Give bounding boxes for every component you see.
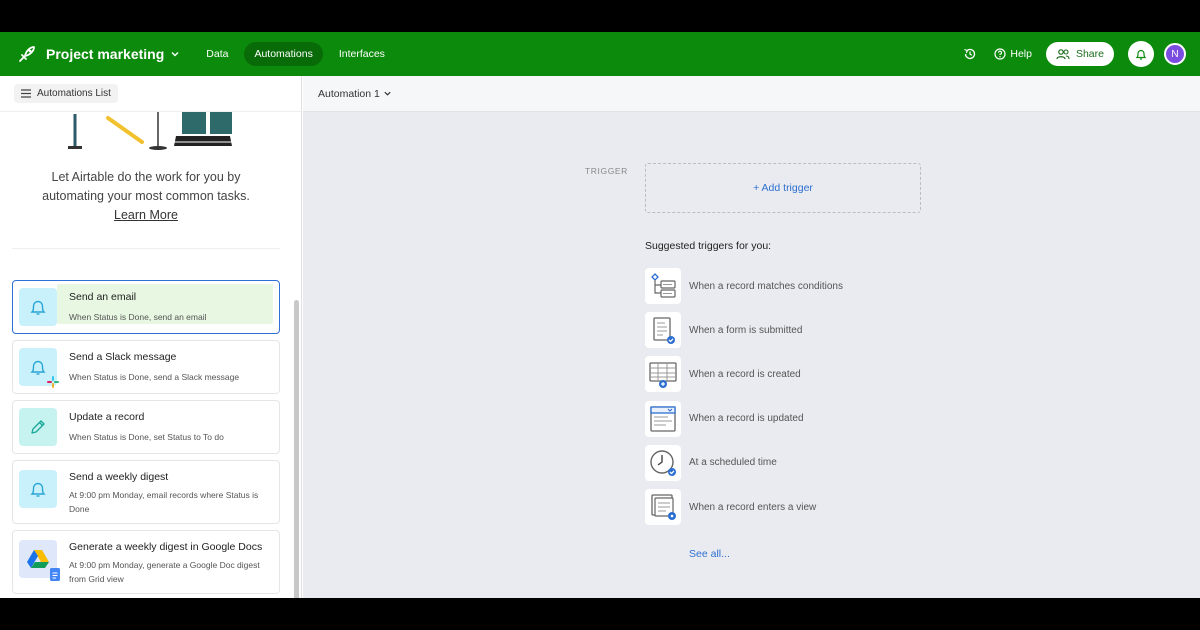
bell-slack-icon (19, 348, 59, 388)
rocket-icon[interactable] (16, 43, 38, 65)
base-name[interactable]: Project marketing (46, 46, 164, 62)
clock-icon (645, 444, 681, 481)
template-card-send-slack[interactable]: Send a Slack message When Status is Done… (12, 340, 280, 394)
hamburger-icon (21, 89, 31, 98)
sidebar-header: Automations List (0, 76, 301, 112)
bell-icon (19, 288, 57, 326)
main-nav: Data Automations Interfaces (196, 42, 395, 66)
template-subtitle: When Status is Done, send a Slack messag… (69, 372, 240, 382)
suggestion-label: At a scheduled time (689, 457, 777, 469)
chevron-down-icon[interactable] (383, 89, 392, 98)
google-drive-icon (19, 540, 60, 581)
template-title: Send a weekly digest (69, 471, 169, 483)
automations-list-button[interactable]: Automations List (14, 84, 118, 103)
template-card-send-email[interactable]: Send an email When Status is Done, send … (12, 280, 280, 334)
record-updated-icon (645, 400, 681, 437)
automations-sidebar: Automations List Let Airtable do the wor… (0, 76, 302, 598)
suggestion-label: When a record is updated (689, 413, 804, 425)
suggestion-label: When a form is submitted (689, 324, 803, 336)
template-title: Send a Slack message (69, 351, 177, 363)
help-button[interactable]: Help (994, 48, 1032, 60)
notifications-button[interactable] (1128, 41, 1154, 67)
see-all-link[interactable]: See all... (689, 548, 730, 560)
scrollbar[interactable] (294, 300, 299, 598)
template-subtitle: When Status is Done, send an email (69, 312, 207, 322)
suggested-triggers-title: Suggested triggers for you: (645, 240, 772, 252)
history-icon[interactable] (962, 46, 978, 62)
automations-list-label: Automations List (37, 88, 111, 99)
template-card-weekly-digest[interactable]: Send a weekly digest At 9:00 pm Monday, … (12, 460, 280, 524)
trigger-label: TRIGGER (585, 166, 628, 176)
template-subtitle: At 9:00 pm Monday, email records where S… (69, 490, 259, 514)
suggestion-record-updated[interactable]: When a record is updated (645, 397, 945, 441)
automation-header: Automation 1 (303, 76, 1200, 112)
divider (12, 248, 280, 249)
suggestion-label: When a record matches conditions (689, 280, 843, 292)
google-docs-icon (50, 568, 60, 581)
suggestion-form-submitted[interactable]: When a form is submitted (645, 308, 945, 352)
suggestion-record-matches[interactable]: When a record matches conditions (645, 264, 945, 308)
help-icon (994, 48, 1006, 60)
intro-text: Let Airtable do the work for you by auto… (0, 168, 292, 225)
record-created-icon (645, 356, 681, 393)
intro-message: Let Airtable do the work for you by auto… (42, 170, 250, 203)
template-card-update-record[interactable]: Update a record When Status is Done, set… (12, 400, 280, 454)
form-icon (645, 312, 681, 349)
add-trigger-button[interactable]: + Add trigger (645, 163, 921, 213)
chevron-down-icon[interactable] (170, 49, 180, 59)
share-button[interactable]: Share (1045, 42, 1114, 66)
nav-automations[interactable]: Automations (244, 42, 323, 66)
help-label: Help (1010, 48, 1032, 60)
pencil-icon (19, 408, 57, 446)
template-title: Send an email (69, 291, 137, 303)
record-view-icon (645, 489, 681, 526)
header-actions: Help Share N (962, 41, 1186, 67)
conditions-icon (645, 268, 681, 305)
automation-name[interactable]: Automation 1 (318, 88, 380, 100)
nav-interfaces[interactable]: Interfaces (329, 42, 395, 66)
suggestion-label: When a record is created (689, 368, 801, 380)
people-icon (1056, 49, 1070, 60)
suggestion-scheduled-time[interactable]: At a scheduled time (645, 441, 945, 485)
slack-icon (47, 376, 59, 388)
app-window: Project marketing Data Automations Inter… (0, 32, 1200, 598)
template-subtitle: When Status is Done, set Status to To do (69, 432, 224, 442)
template-title: Generate a weekly digest in Google Docs (69, 541, 263, 553)
bell-icon (19, 470, 57, 508)
suggestion-record-created[interactable]: When a record is created (645, 352, 945, 396)
suggestion-label: When a record enters a view (689, 501, 817, 513)
learn-more-link[interactable]: Learn More (0, 206, 292, 225)
top-bar: Project marketing Data Automations Inter… (0, 32, 1200, 76)
suggestion-record-enters-view[interactable]: When a record enters a view (645, 485, 945, 529)
template-subtitle: At 9:00 pm Monday, generate a Google Doc… (69, 560, 260, 584)
share-label: Share (1075, 48, 1104, 60)
template-title: Update a record (69, 411, 145, 423)
bell-icon (1135, 49, 1147, 60)
template-card-google-docs[interactable]: Generate a weekly digest in Google Docs … (12, 530, 280, 594)
illustration (68, 112, 232, 150)
avatar[interactable]: N (1164, 43, 1186, 65)
automation-canvas: Automation 1 TRIGGER + Add trigger Sugge… (303, 76, 1200, 598)
template-list: Send an email When Status is Done, send … (12, 280, 280, 598)
nav-data[interactable]: Data (196, 42, 238, 66)
suggested-triggers-list: When a record matches conditions When a … (645, 264, 945, 529)
